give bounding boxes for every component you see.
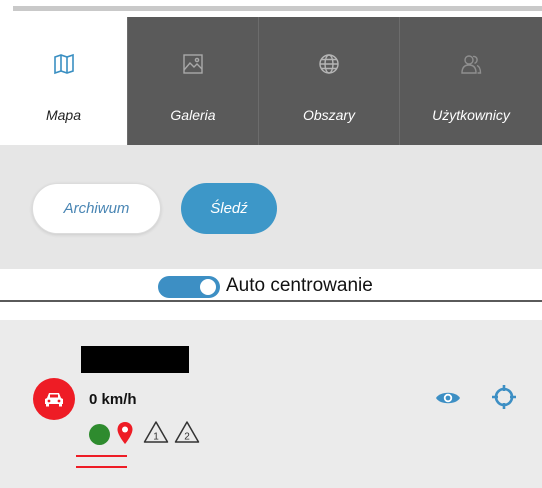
car-icon: [33, 378, 75, 420]
warning-label: 1: [153, 432, 159, 443]
archive-button[interactable]: Archiwum: [32, 183, 161, 234]
map-icon: [52, 52, 76, 76]
tab-label: Obszary: [302, 107, 356, 123]
top-divider: [13, 6, 542, 11]
track-button[interactable]: Śledź: [181, 183, 277, 234]
crosshair-icon[interactable]: [490, 383, 518, 411]
mode-bar: Archiwum Śledź: [0, 145, 542, 269]
tab-mapa[interactable]: Mapa: [0, 17, 128, 145]
tab-galeria[interactable]: Galeria: [128, 17, 259, 145]
warning-icon: 1: [143, 420, 169, 444]
globe-icon: [317, 52, 341, 76]
route-indicator: [76, 455, 127, 468]
warning-label: 2: [184, 432, 190, 443]
users-icon: [459, 52, 483, 76]
eye-icon[interactable]: [434, 387, 462, 409]
tab-uzytkownicy[interactable]: Użytkownicy: [400, 17, 542, 145]
location-pin-icon[interactable]: [116, 421, 134, 445]
vehicle-speed: 0 km/h: [89, 391, 137, 408]
autocenter-toggle[interactable]: [158, 276, 220, 298]
tab-label: Galeria: [170, 107, 216, 123]
image-icon: [181, 52, 205, 76]
vehicle-name-redacted: [81, 346, 189, 373]
warning-icon: 2: [174, 420, 200, 444]
main-tabs: Mapa Galeria Obszary Użytkownicy: [0, 17, 542, 145]
autocenter-label: Auto centrowanie: [226, 275, 373, 296]
status-dot: [89, 424, 110, 445]
tab-label: Mapa: [45, 107, 82, 123]
tab-label: Użytkownicy: [432, 107, 510, 123]
tab-obszary[interactable]: Obszary: [259, 17, 400, 145]
toggle-knob: [200, 279, 216, 295]
